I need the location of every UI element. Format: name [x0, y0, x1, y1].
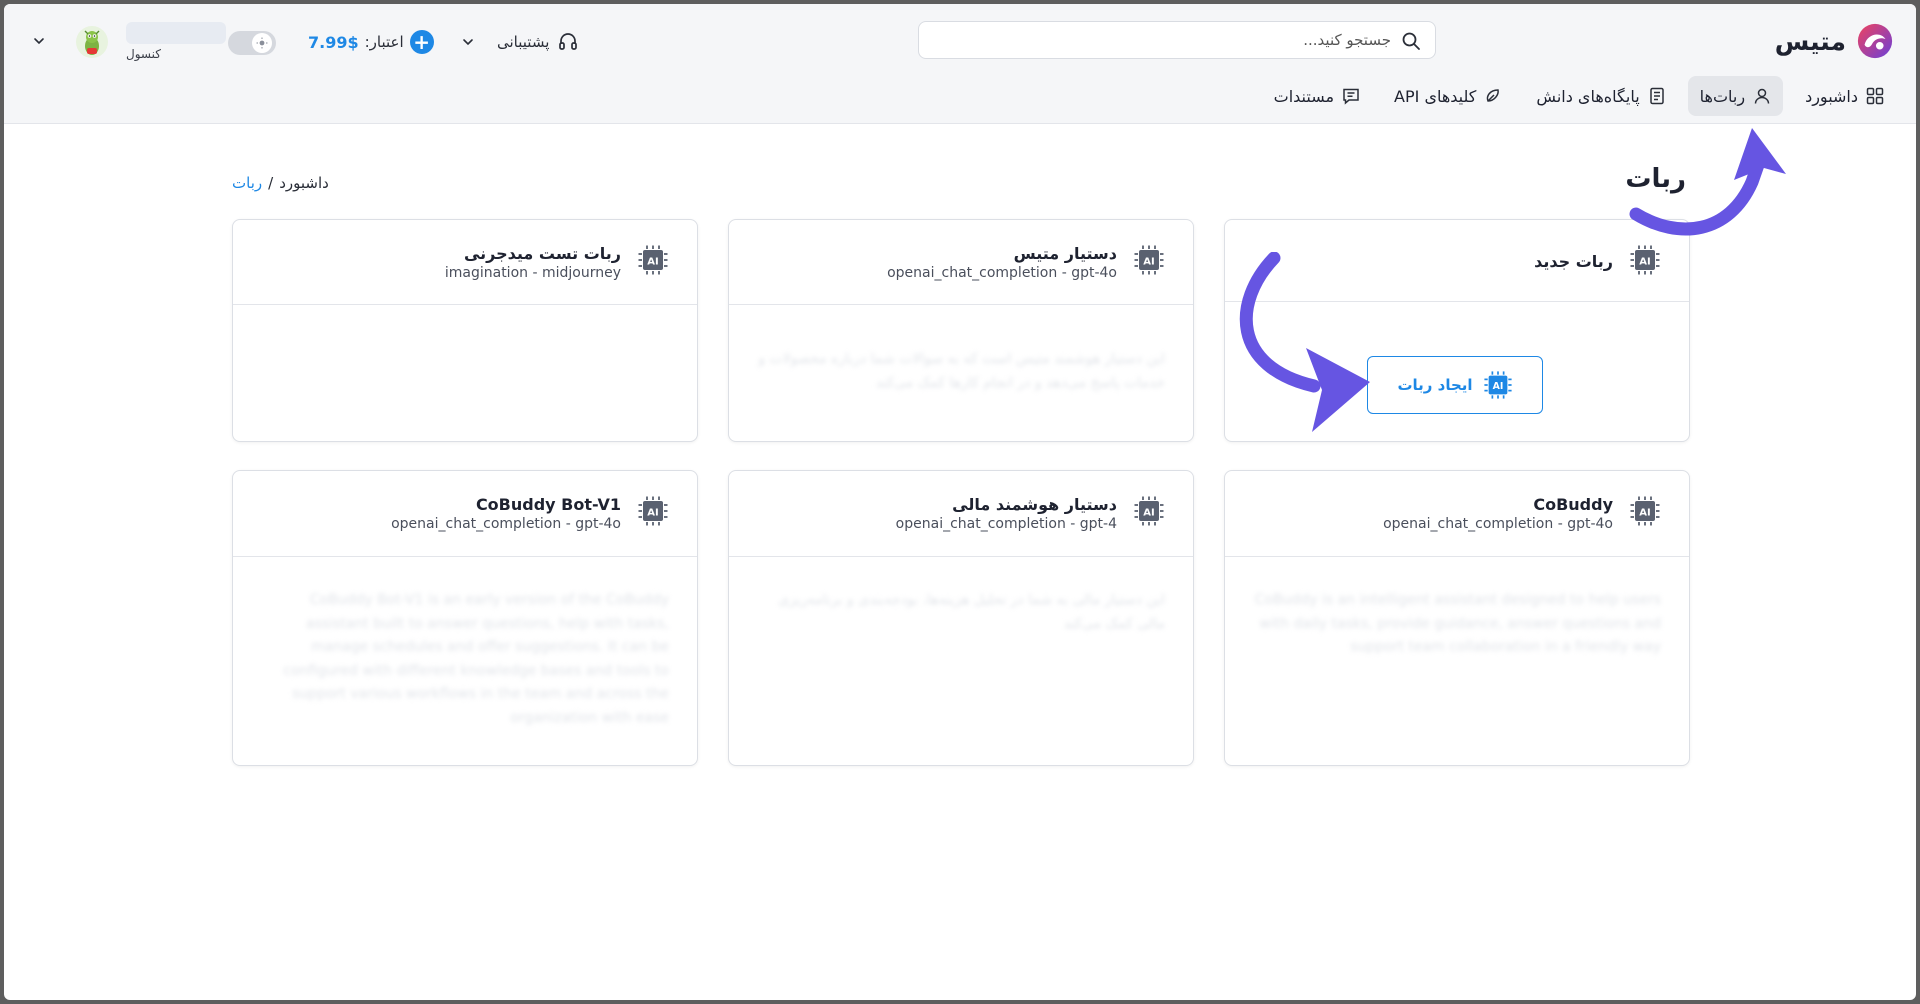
ai-chip-icon: AI [638, 245, 668, 275]
bot-model: openai_chat_completion - gpt-4 [895, 516, 1117, 532]
bot-name: CoBuddy Bot-V1 [475, 495, 621, 514]
nav-item-label: ربات‌ها [1699, 86, 1746, 106]
bot-card[interactable]: AI ربات تست میدجرنی imagination - midjou… [232, 219, 698, 442]
document-icon [1343, 88, 1359, 105]
key-icon [1487, 89, 1500, 102]
search-input[interactable] [951, 29, 1391, 51]
nav-item-bots[interactable]: ربات‌ها [1687, 76, 1784, 116]
search-box[interactable] [918, 21, 1436, 59]
bot-description: این دستیار مالی به شما در تحلیل هزینه‌ها… [778, 592, 1165, 632]
support-menu[interactable]: پشتیبانی [461, 28, 579, 56]
brand-logo[interactable]: متیس [1775, 22, 1894, 60]
brand-name: متیس [1774, 26, 1846, 56]
svg-text:AI: AI [1143, 257, 1154, 268]
credit-value: 7.99$ [308, 32, 359, 52]
sun-icon [252, 33, 272, 53]
create-bot-label: ایجاد ربات [1397, 376, 1473, 394]
theme-toggle[interactable] [228, 31, 276, 55]
bot-model: openai_chat_completion - gpt-4o [391, 516, 621, 532]
svg-text:AI: AI [1639, 257, 1650, 268]
bot-name: CoBuddy [1533, 495, 1613, 514]
nav-item-knowledge-bases[interactable]: پایگاه‌های دانش [1524, 76, 1677, 116]
bot-card[interactable]: AI CoBuddy openai_chat_completion - gpt-… [1224, 470, 1690, 766]
top-header: متیس جستجو کنید... پشتیبانی + اعتبار: 7.… [4, 4, 1916, 124]
card-header: AI CoBuddy Bot-V1 openai_chat_completion… [233, 471, 697, 557]
new-bot-title: ربات جدید [1534, 252, 1613, 271]
main-nav: داشبورد ربات‌ها پایگاه‌های دانش [1262, 76, 1896, 116]
bot-model: openai_chat_completion - gpt-4o [887, 265, 1117, 281]
bot-description: CoBuddy Bot-V1 is an early version of th… [283, 592, 669, 726]
book-icon [1649, 87, 1664, 105]
nav-item-label: مستندات [1273, 86, 1335, 106]
support-label: پشتیبانی [497, 33, 550, 51]
brand-mark-icon [1857, 23, 1893, 59]
headset-icon [559, 33, 578, 50]
card-header: AI CoBuddy openai_chat_completion - gpt-… [1225, 471, 1689, 557]
nav-item-label: داشبورد [1805, 86, 1858, 106]
svg-text:AI: AI [1492, 381, 1503, 392]
bot-model: imagination - midjourney [444, 265, 621, 281]
bot-name: ربات تست میدجرنی [463, 244, 621, 263]
bot-card[interactable]: AI CoBuddy Bot-V1 openai_chat_completion… [232, 470, 698, 766]
page-title: ربات [1625, 164, 1686, 194]
ai-chip-icon: AI [1134, 245, 1164, 275]
card-header: AI ربات تست میدجرنی imagination - midjou… [233, 220, 697, 305]
bot-card[interactable]: AI دستیار متیس openai_chat_completion - … [728, 219, 1194, 442]
chevron-down-icon[interactable] [32, 34, 46, 48]
nav-item-dashboard[interactable]: داشبورد [1793, 76, 1896, 116]
bot-name: دستیار هوشمند مالی [952, 495, 1117, 514]
svg-text:AI: AI [1639, 508, 1650, 519]
bot-description: این دستیار هوشمند متیس است که به سوالات … [758, 351, 1165, 391]
ai-chip-icon: AI [1630, 496, 1660, 526]
breadcrumb: داشبورد / ربات [232, 174, 329, 192]
user-role: کنسول [126, 47, 161, 61]
search-icon[interactable] [1401, 31, 1421, 51]
svg-text:AI: AI [647, 508, 658, 519]
card-header: AI دستیار هوشمند مالی openai_chat_comple… [729, 471, 1193, 557]
chevron-down-icon [463, 39, 473, 46]
bot-model: openai_chat_completion - gpt-4o [1383, 516, 1613, 532]
avatar[interactable] [76, 26, 108, 58]
user-icon [1754, 88, 1770, 104]
bot-description: CoBuddy is an intelligent assistant desi… [1254, 592, 1661, 655]
svg-text:AI: AI [1143, 508, 1154, 519]
grid-icon [1866, 87, 1884, 105]
nav-item-docs[interactable]: مستندات [1262, 76, 1372, 116]
ai-chip-icon: AI [1630, 245, 1660, 275]
breadcrumb-current: ربات [232, 174, 263, 192]
ai-chip-icon: AI [1483, 371, 1512, 399]
nav-item-label: کلیدهای API [1394, 86, 1477, 106]
breadcrumb-separator: / [268, 174, 274, 192]
credit-balance: + اعتبار: 7.99$ [308, 28, 434, 56]
bot-name: دستیار متیس [1013, 244, 1117, 263]
svg-text:AI: AI [647, 257, 658, 268]
user-menu[interactable]: کنسول [26, 20, 226, 64]
breadcrumb-parent[interactable]: داشبورد [279, 174, 329, 192]
add-credit-plus-icon[interactable]: + [409, 30, 434, 54]
create-bot-button[interactable]: AI ایجاد ربات [1367, 356, 1543, 414]
app-window: متیس جستجو کنید... پشتیبانی + اعتبار: 7.… [4, 4, 1916, 1000]
credit-label: اعتبار: [364, 33, 404, 51]
card-header: AI ربات جدید [1225, 220, 1689, 302]
nav-item-api-keys[interactable]: کلیدهای API [1382, 76, 1514, 116]
nav-item-label: پایگاه‌های دانش [1536, 86, 1640, 106]
ai-chip-icon: AI [638, 496, 668, 526]
user-name-redacted [126, 22, 226, 44]
card-header: AI دستیار متیس openai_chat_completion - … [729, 220, 1193, 305]
ai-chip-icon: AI [1134, 496, 1164, 526]
bot-card[interactable]: AI دستیار هوشمند مالی openai_chat_comple… [728, 470, 1194, 766]
